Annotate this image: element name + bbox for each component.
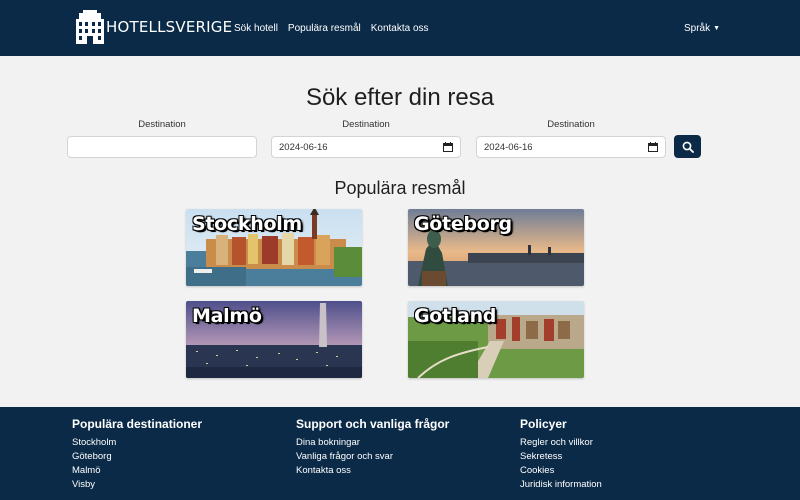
footer-link[interactable]: Visby (72, 478, 202, 492)
search-icon (682, 141, 694, 153)
card-label: Malmö (192, 305, 262, 327)
search-button[interactable] (674, 135, 701, 158)
footer-link[interactable]: Dina bokningar (296, 436, 449, 450)
footer: Populära destinationer Stockholm Götebor… (0, 407, 800, 500)
nav-popular-destinations[interactable]: Populära resmål (288, 23, 361, 34)
footer-column-policies: Policyer Regler och villkor Sekretess Co… (520, 417, 602, 492)
destination-card-malmo[interactable]: Malmö (186, 301, 362, 378)
nav-contact[interactable]: Kontakta oss (371, 23, 429, 34)
footer-link[interactable]: Kontakta oss (296, 464, 449, 478)
checkin-date-field[interactable]: 2024-06-16 (271, 136, 461, 158)
footer-heading: Support och vanliga frågor (296, 417, 450, 431)
footer-link[interactable]: Cookies (520, 464, 602, 478)
language-dropdown[interactable]: Språk ▼ (684, 0, 720, 56)
brand-link[interactable]: HOTELLSVERIGE (76, 10, 232, 44)
calendar-icon[interactable] (443, 142, 453, 152)
footer-link[interactable]: Stockholm (72, 436, 202, 450)
language-label: Språk (684, 22, 711, 34)
caret-down-icon: ▼ (713, 24, 721, 32)
destination-label: Destination (138, 119, 186, 130)
hotel-logo-icon (76, 10, 104, 44)
top-navbar: HOTELLSVERIGE Sök hotell Populära resmål… (0, 0, 800, 56)
destination-card-gotland[interactable]: Gotland (408, 301, 584, 378)
footer-link[interactable]: Regler och villkor (520, 436, 602, 450)
popular-destinations-title: Populära resmål (334, 178, 466, 198)
checkin-label: Destination (342, 119, 390, 130)
search-title: Sök efter din resa (305, 84, 495, 111)
card-label: Gotland (414, 305, 497, 327)
checkout-date-value: 2024-06-16 (484, 141, 533, 153)
footer-link[interactable]: Sekretess (520, 450, 602, 464)
nav-search-hotel[interactable]: Sök hotell (234, 23, 278, 34)
card-label: Stockholm (192, 213, 302, 235)
footer-column-support: Support och vanliga frågor Dina bokninga… (296, 417, 449, 478)
calendar-icon[interactable] (648, 142, 658, 152)
footer-link[interactable]: Vanliga frågor och svar (296, 450, 449, 464)
footer-link[interactable]: Göteborg (72, 450, 202, 464)
checkin-date-value: 2024-06-16 (279, 141, 328, 153)
footer-link[interactable]: Malmö (72, 464, 202, 478)
nav-links: Sök hotell Populära resmål Kontakta oss (234, 0, 429, 56)
footer-column-destinations: Populära destinationer Stockholm Götebor… (72, 417, 202, 492)
checkout-label: Destination (547, 119, 595, 130)
footer-link[interactable]: Juridisk information (520, 478, 602, 492)
footer-heading: Policyer (520, 417, 567, 431)
brand-name: HOTELLSVERIGE (106, 18, 233, 36)
card-label: Göteborg (414, 213, 512, 235)
footer-heading: Populära destinationer (72, 417, 203, 431)
destination-card-goteborg[interactable]: Göteborg (408, 209, 584, 286)
destination-field[interactable] (67, 136, 257, 158)
destination-card-stockholm[interactable]: Stockholm (186, 209, 362, 286)
checkout-date-field[interactable]: 2024-06-16 (476, 136, 666, 158)
destination-input[interactable] (75, 141, 249, 153)
